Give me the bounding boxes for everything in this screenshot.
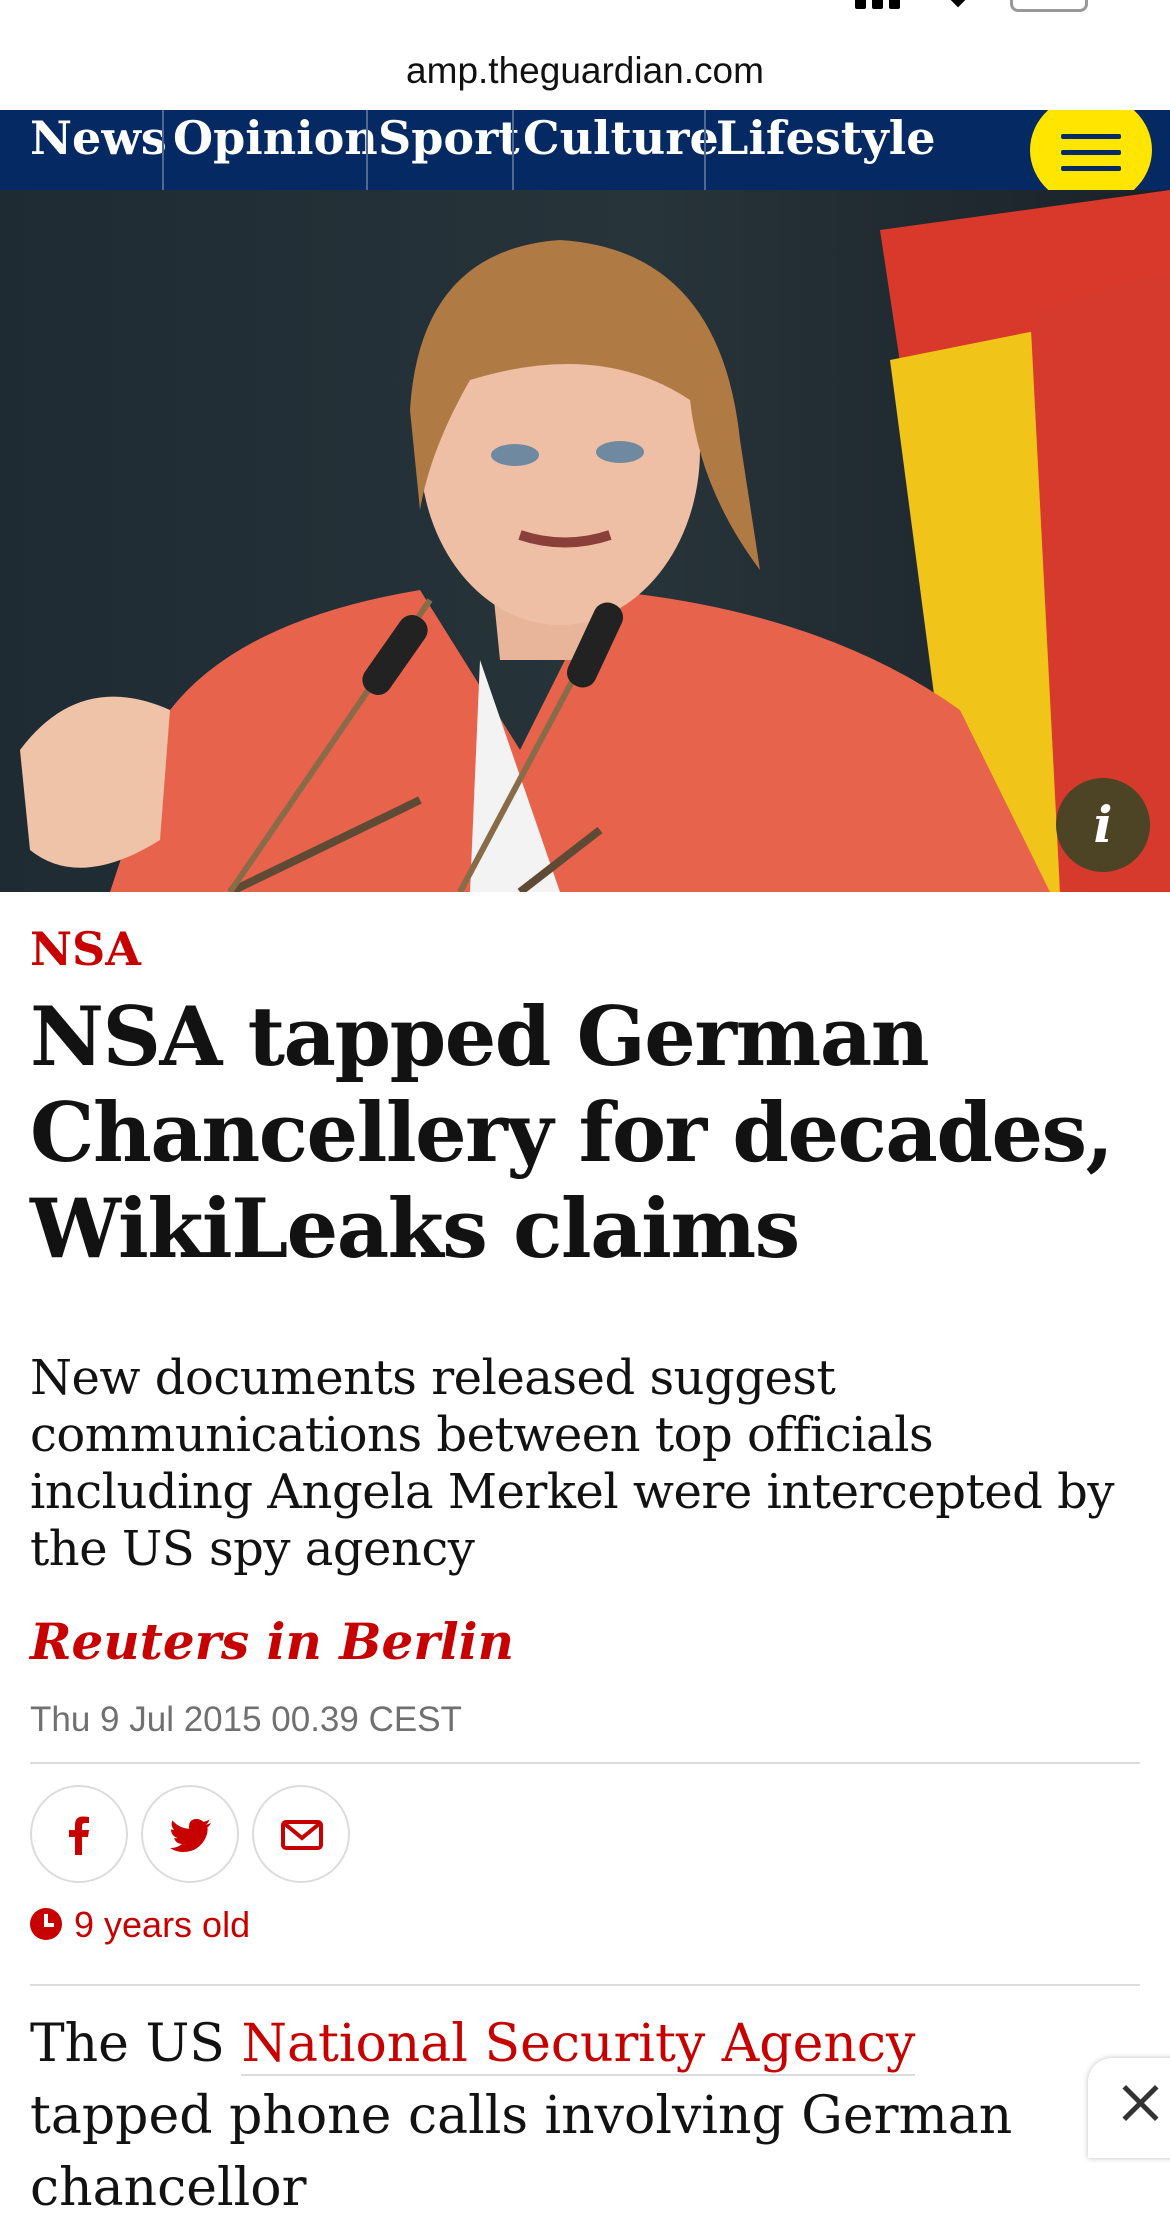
body-text-prefix: The US bbox=[30, 2014, 242, 2074]
standfirst: New documents released suggest communica… bbox=[30, 1350, 1114, 1577]
twitter-icon bbox=[170, 1819, 211, 1852]
image-info-button[interactable]: i bbox=[1056, 778, 1150, 872]
article-age-label: 9 years old bbox=[74, 1904, 251, 1945]
body-text-suffix: tapped phone calls involving German chan… bbox=[30, 2086, 1013, 2218]
nav-divider bbox=[512, 110, 514, 190]
article-age: 9 years old bbox=[30, 1904, 250, 1946]
nav-item-culture[interactable]: Culture bbox=[523, 110, 719, 190]
publish-date: Thu 9 Jul 2015 00.39 CEST bbox=[30, 1700, 462, 1739]
headline: NSA tapped German Chancellery for decade… bbox=[30, 990, 1114, 1277]
nav-item-sport[interactable]: Sport bbox=[378, 110, 520, 190]
nav-divider bbox=[704, 110, 706, 190]
divider bbox=[30, 1984, 1140, 1986]
battery-icon bbox=[1010, 0, 1088, 12]
facebook-icon bbox=[69, 1816, 89, 1855]
nav-item-news[interactable]: News bbox=[30, 110, 167, 190]
nav-divider bbox=[366, 110, 368, 190]
hamburger-icon bbox=[1061, 166, 1121, 171]
top-nav: News Opinion Sport Culture Lifestyle bbox=[0, 110, 1170, 190]
address-bar[interactable]: amp.theguardian.com bbox=[0, 40, 1170, 102]
menu-button[interactable] bbox=[1030, 110, 1152, 190]
nav-item-opinion[interactable]: Opinion bbox=[173, 110, 378, 190]
article-body: The US National Security Agency tapped p… bbox=[30, 2008, 1110, 2224]
wifi-icon bbox=[946, 0, 970, 8]
share-email-button[interactable] bbox=[252, 1785, 350, 1883]
email-icon bbox=[281, 1820, 323, 1850]
divider bbox=[30, 1762, 1140, 1764]
byline[interactable]: Reuters in Berlin bbox=[30, 1612, 514, 1671]
share-facebook-button[interactable] bbox=[30, 1785, 128, 1883]
section-kicker[interactable]: NSA bbox=[30, 922, 141, 976]
hero-image bbox=[0, 190, 1170, 892]
status-bar bbox=[0, 0, 1170, 12]
hamburger-icon bbox=[1061, 150, 1121, 155]
nsa-link[interactable]: National Security Agency bbox=[241, 2014, 916, 2076]
share-twitter-button[interactable] bbox=[141, 1785, 239, 1883]
nav-item-lifestyle[interactable]: Lifestyle bbox=[716, 110, 936, 190]
close-ad-button[interactable] bbox=[1088, 2058, 1170, 2158]
clock-icon bbox=[30, 1908, 62, 1940]
nav-divider bbox=[162, 110, 164, 190]
signal-icon bbox=[855, 0, 919, 9]
hamburger-icon bbox=[1061, 134, 1121, 139]
